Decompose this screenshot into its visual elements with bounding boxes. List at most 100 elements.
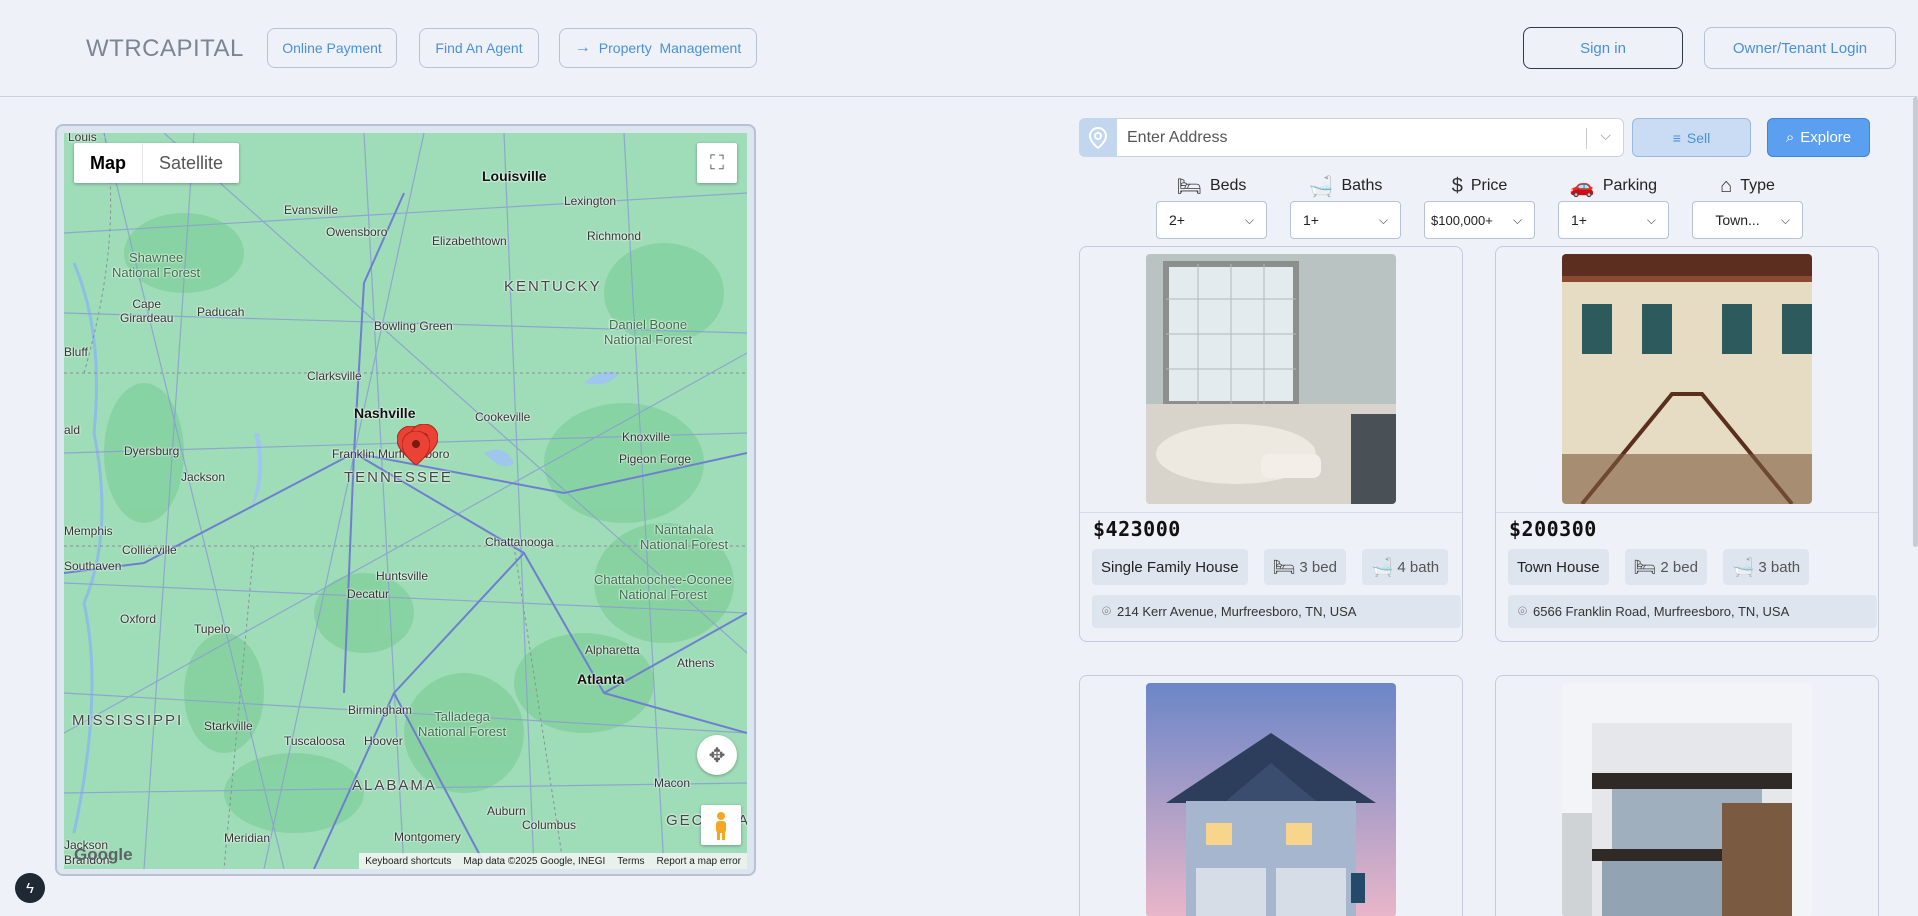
price-value: $100,000+ [1431,212,1493,228]
sign-in-button[interactable]: Sign in [1523,27,1683,69]
listing-card[interactable] [1079,675,1463,916]
address-text: 214 Kerr Avenue, Murfreesboro, TN, USA [1117,604,1357,619]
map-label-atlanta: Atlanta [577,671,625,687]
address-text: 6566 Franklin Road, Murfreesboro, TN, US… [1533,604,1790,619]
pegman-icon[interactable] [701,805,741,845]
chevron-down-icon: ⌵ [1512,213,1522,227]
map-label-paducah: Paducah [197,305,245,319]
map-label-athens: Athens [677,656,715,670]
bolt-icon[interactable]: ϟ [15,873,45,903]
map-label-tennessee: TENNESSEE [344,469,453,486]
map-label-southaven: Southaven [64,559,122,573]
address-search-input[interactable]: Enter Address ⌵ [1117,118,1624,157]
chevron-down-icon: ⌵ [1780,213,1790,227]
property-marker[interactable] [402,431,430,465]
terms-link[interactable]: Terms [611,856,650,867]
listing-card[interactable]: $423000 Single Family House 🛏 3 bed 🛁 4 ba… [1079,246,1463,642]
arrow-right-icon: → [574,39,591,56]
map-label-talladega: Talladega National Forest [418,709,507,739]
explore-button[interactable]: ⌕ Explore [1767,118,1870,157]
map-attribution-bar: Keyboard shortcuts Map data ©2025 Google… [359,853,747,869]
parking-select[interactable]: 1+ ⌵ [1558,201,1669,239]
chevron-down-icon: ⌵ [1244,213,1254,227]
listing-photo[interactable] [1562,683,1812,916]
baths-select[interactable]: 1+ ⌵ [1290,201,1401,239]
fullscreen-icon[interactable]: ⛶ [697,143,737,183]
map-label-owensboro: Owensboro [326,225,388,239]
map-label-memphis: Memphis [64,524,113,538]
map-label-tuscaloosa: Tuscaloosa [284,734,345,748]
page-scrollbar[interactable] [1913,97,1918,547]
listing-card[interactable]: $200300 Town House 🛏 2 bed 🛁 3 bath ⌾ 6566 … [1495,246,1879,642]
map-type-satellite-button[interactable]: Satellite [142,143,239,183]
map-label-dyersburg: Dyersburg [124,444,180,458]
map-label-alabama: ALABAMA [352,777,437,794]
type-select[interactable]: Town... ⌵ [1692,201,1803,239]
google-map[interactable]: Louis Louisville Evansville Owensboro Le… [64,133,747,869]
sell-label: Sell [1686,129,1711,146]
report-map-error-link[interactable]: Report a map error [651,856,747,867]
map-container: Louis Louisville Evansville Owensboro Le… [55,124,756,876]
map-label-louisville: Louisville [482,168,547,184]
baths-badge: 🛁 4 bath [1361,549,1449,585]
owner-tenant-login-button[interactable]: Owner/Tenant Login [1704,27,1896,69]
listing-photo[interactable] [1146,683,1396,916]
beds-count: 2 bed [1660,558,1698,576]
listing-type-badge: Town House [1508,549,1609,585]
filter-price: $ Price $100,000+ ⌵ [1424,174,1535,239]
explore-label: Explore [1800,129,1852,146]
car-icon: 🚗 [1569,175,1595,198]
location-pin-icon: ⌾ [1518,603,1528,620]
map-label-pigeon: Pigeon Forge [619,452,692,466]
filter-type-label: Type [1740,177,1775,194]
map-label-bowling: Bowling Green [374,319,453,333]
sell-button[interactable]: ≡ Sell [1632,118,1751,157]
camera-control-icon[interactable]: ✥ [697,735,737,775]
beds-value: 2+ [1169,212,1185,228]
map-label-chattanooga: Chattanooga [485,535,554,549]
filter-parking: 🚗 Parking 1+ ⌵ [1558,174,1669,239]
map-label-collierville: Collierville [122,543,177,557]
beds-badge: 🛏 2 bed [1624,549,1707,585]
listing-photo[interactable] [1146,254,1396,504]
bath-icon: 🛁 [1731,556,1755,577]
bath-icon: 🛁 [1308,175,1334,198]
online-payment-button[interactable]: Online Payment [267,28,397,68]
home-icon: ⌂ [1720,174,1733,197]
map-label-jackson: Jackson [181,470,226,484]
chevron-down-icon[interactable]: ⌵ [1600,127,1611,144]
map-label-auburn: Auburn [487,804,526,818]
map-label-birmingham: Birmingham [348,703,413,717]
listing-photo[interactable] [1562,254,1812,504]
keyboard-shortcuts-link[interactable]: Keyboard shortcuts [359,856,457,867]
map-label-richmond: Richmond [587,229,642,243]
map-label-clarksville: Clarksville [307,369,362,383]
find-agent-button[interactable]: Find An Agent [419,28,539,68]
filter-baths-label: Baths [1341,177,1383,194]
map-label-decatur: Decatur [347,587,390,601]
map-label-evansville: Evansville [284,203,339,217]
price-select[interactable]: $100,000+ ⌵ [1424,201,1535,239]
filter-lines-icon: ≡ [1672,129,1681,146]
site-logo[interactable]: WTRCAPITAL [86,35,244,63]
map-label-meridian: Meridian [224,831,271,845]
map-label-elizabethtown: Elizabethtown [432,234,507,248]
property-management-label: Property Management [598,40,742,56]
map-type-map-button[interactable]: Map [74,143,142,183]
map-label-lexington: Lexington [564,194,617,208]
baths-value: 1+ [1303,212,1319,228]
location-pin-icon: ⌾ [1102,603,1112,620]
listing-card[interactable] [1495,675,1879,916]
address-search-placeholder: Enter Address [1127,128,1228,146]
filter-beds: 🛏 Beds 2+ ⌵ [1156,174,1267,239]
map-label-huntsville: Huntsville [376,569,429,583]
beds-badge: 🛏 3 bed [1263,549,1346,585]
filter-price-label: Price [1470,177,1508,194]
map-label-chatta-oconee: Chattahoochee-Oconee National Forest [594,572,733,602]
find-agent-label: Find An Agent [435,40,523,56]
baths-count: 4 bath [1397,558,1440,576]
property-management-button[interactable]: → Property Management [559,28,757,68]
beds-select[interactable]: 2+ ⌵ [1156,201,1267,239]
listing-type-badge: Single Family House [1092,549,1248,585]
map-label-tupelo: Tupelo [194,622,231,636]
